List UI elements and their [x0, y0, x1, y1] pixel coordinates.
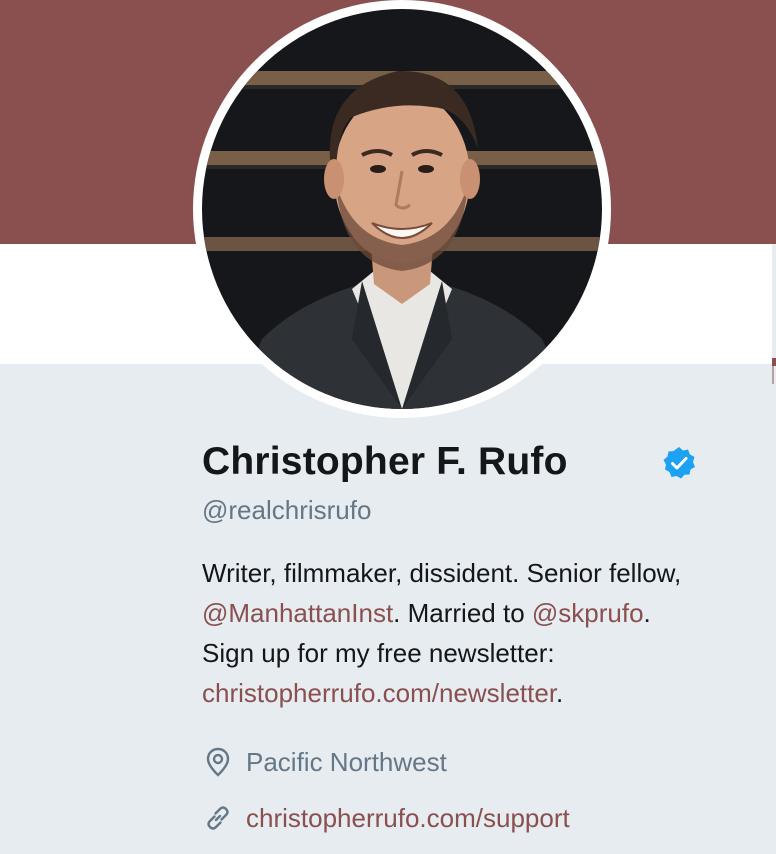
- website-link[interactable]: christopherrufo.com/support: [246, 801, 570, 835]
- profile-avatar[interactable]: [193, 0, 611, 418]
- bio-text: Sign up for my free newsletter:: [202, 638, 555, 668]
- bio-text: .: [556, 678, 564, 708]
- profile-card: Christopher F. Rufo @realchrisrufo Write…: [202, 432, 762, 835]
- name-row: Christopher F. Rufo: [202, 432, 762, 492]
- nav-bar-edge: [772, 358, 776, 366]
- verified-badge-icon[interactable]: [661, 445, 697, 481]
- bio-line: Writer, filmmaker, dissident. Senior fel…: [202, 553, 762, 593]
- bio-text: . Married to: [393, 598, 532, 628]
- location-text: Pacific Northwest: [246, 747, 447, 777]
- nav-bar-divider: [772, 366, 774, 384]
- bio-line: christopherrufo.com/newsletter.: [202, 673, 762, 713]
- bio-line: Sign up for my free newsletter:: [202, 633, 762, 673]
- profile-website: christopherrufo.com/support: [202, 801, 762, 835]
- profile-location: Pacific Northwest: [202, 745, 762, 779]
- avatar-photo: [202, 9, 602, 409]
- bio-line: @ManhattanInst. Married to @skprufo.: [202, 593, 762, 633]
- display-name[interactable]: Christopher F. Rufo: [202, 440, 568, 483]
- bio-text: .: [643, 598, 651, 628]
- newsletter-link[interactable]: christopherrufo.com/newsletter: [202, 678, 556, 708]
- mention-skprufo-link[interactable]: @skprufo: [532, 598, 644, 628]
- bio-text: Writer, filmmaker, dissident. Senior fel…: [202, 558, 682, 588]
- location-pin-icon: [202, 746, 234, 778]
- profile-handle[interactable]: @realchrisrufo: [202, 494, 762, 526]
- profile-bio: Writer, filmmaker, dissident. Senior fel…: [202, 553, 762, 713]
- mention-manhattaninst-link[interactable]: @ManhattanInst: [202, 598, 393, 628]
- link-icon: [202, 802, 234, 834]
